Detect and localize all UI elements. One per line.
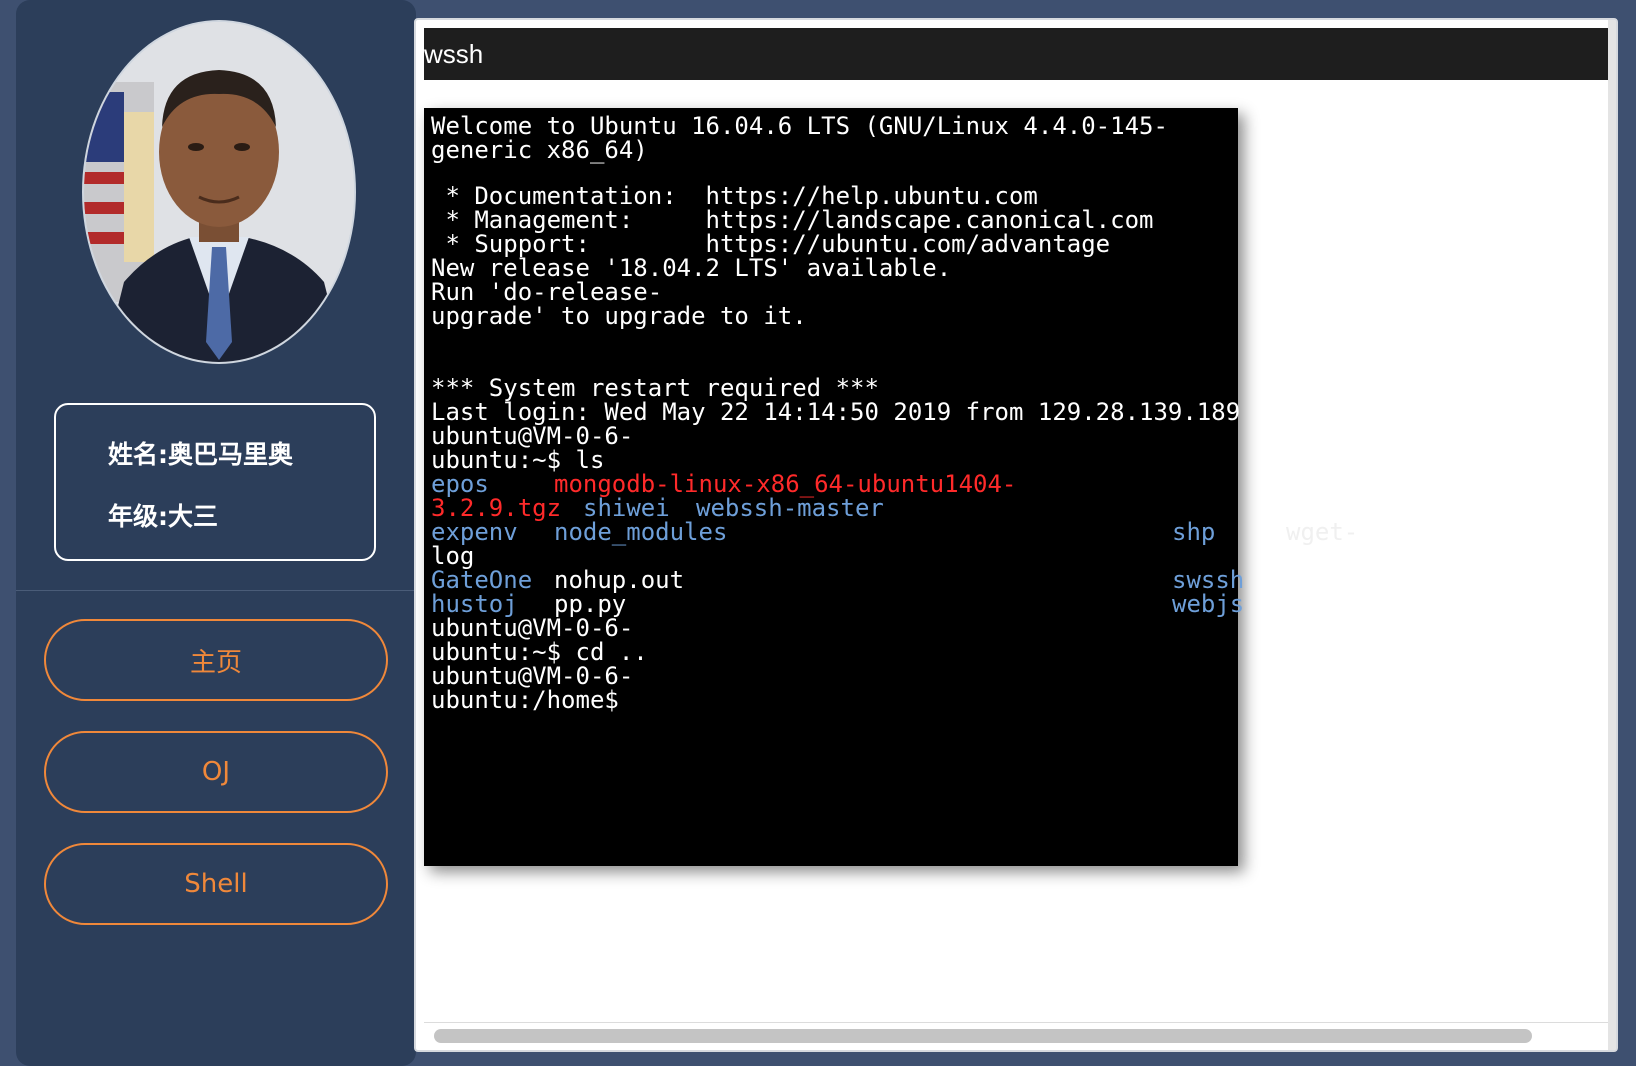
ls-entry-dir: webjs	[1172, 590, 1245, 618]
terminal-line: Run 'do-release-	[431, 278, 663, 306]
ls-entry-dir: shp	[1172, 518, 1216, 546]
oj-button[interactable]: OJ	[44, 731, 388, 813]
terminal-line: ubuntu@VM-0-6-	[431, 662, 634, 690]
ls-entry-dir: hustoj	[431, 590, 518, 618]
home-button-label: 主页	[189, 647, 242, 678]
terminal-line: New release '18.04.2 LTS' available.	[431, 254, 952, 282]
home-button[interactable]: 主页	[44, 619, 388, 701]
ls-entry-dir: node_modules	[554, 518, 728, 546]
ssh-window: wssh Welcome to Ubuntu 16.04.6 LTS (GNU/…	[414, 18, 1618, 1052]
name-row: 姓名: 奥巴马里奥	[108, 435, 293, 471]
horizontal-scrollbar-thumb[interactable]	[434, 1029, 1532, 1043]
terminal-line: ubuntu@VM-0-6-	[431, 614, 634, 642]
avatar	[82, 20, 356, 364]
window-titlebar: wssh	[424, 28, 1612, 80]
name-label: 姓名:	[108, 440, 168, 469]
terminal-line: * Support: https://ubuntu.com/advantage	[431, 230, 1111, 258]
terminal-line: ubuntu:~$ cd ..	[431, 638, 648, 666]
portrait-image	[84, 22, 354, 362]
ls-entry-file: wget-	[1286, 518, 1359, 546]
ls-entry-dir: swssh	[1172, 566, 1245, 594]
ls-entry-file: log	[431, 542, 475, 570]
ls-entry-dir: webssh-master	[696, 494, 884, 522]
terminal-line: ubuntu@VM-0-6-	[431, 422, 634, 450]
ls-entry-dir: GateOne	[431, 566, 533, 594]
name-value: 奥巴马里奥	[168, 440, 294, 469]
ls-entry-dir: shiwei	[583, 494, 670, 522]
ls-entry-dir: expenv	[431, 518, 518, 546]
terminal-line: * Management: https://landscape.canonica…	[431, 206, 1154, 234]
window-title: wssh	[424, 38, 484, 69]
sidebar: 姓名: 奥巴马里奥 年级: 大三 主页 OJ Shell	[16, 0, 416, 1066]
terminal-line: Welcome to Ubuntu 16.04.6 LTS (GNU/Linux…	[431, 112, 1168, 140]
ls-entry-archive: 3.2.9.tgz	[431, 494, 562, 522]
sidebar-divider	[16, 590, 416, 591]
ls-entry-dir: epos	[431, 470, 489, 498]
student-info-card: 姓名: 奥巴马里奥 年级: 大三	[54, 403, 376, 561]
grade-row: 年级: 大三	[108, 497, 218, 533]
grade-label: 年级:	[108, 502, 168, 531]
terminal-prompt: ubuntu:/home$	[431, 686, 619, 714]
grade-value: 大三	[168, 502, 219, 531]
terminal[interactable]: Welcome to Ubuntu 16.04.6 LTS (GNU/Linux…	[424, 108, 1358, 866]
horizontal-scrollbar[interactable]	[424, 1022, 1612, 1047]
terminal-line: Last login: Wed May 22 14:14:50 2019 fro…	[431, 398, 1241, 426]
ls-entry-file: pp.py	[554, 590, 627, 618]
terminal-line: generic x86_64)	[431, 136, 648, 164]
ls-entry-file: nohup.out	[554, 566, 685, 594]
terminal-line: *** System restart required ***	[431, 374, 879, 402]
terminal-line: ubuntu:~$ ls	[431, 446, 605, 474]
ls-entry-archive: mongodb-linux-x86_64-ubuntu1404-	[554, 470, 1017, 498]
shell-button-label: Shell	[184, 869, 248, 899]
oj-button-label: OJ	[201, 757, 231, 787]
terminal-line: * Documentation: https://help.ubuntu.com	[431, 182, 1038, 210]
terminal-line: upgrade' to upgrade to it.	[431, 302, 807, 330]
window-right-edge	[1608, 20, 1616, 1050]
shell-button[interactable]: Shell	[44, 843, 388, 925]
